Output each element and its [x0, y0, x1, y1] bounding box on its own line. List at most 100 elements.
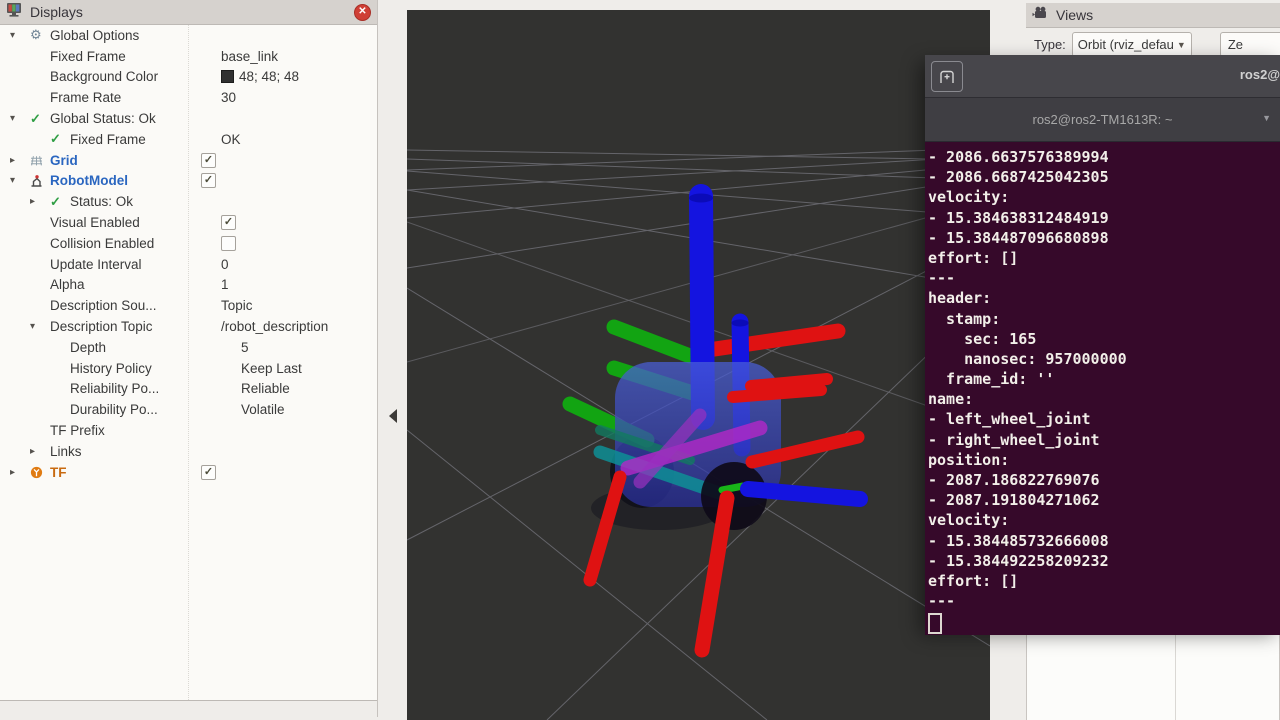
tree-row[interactable]: ✓Fixed FrameOK	[0, 129, 377, 150]
tree-row[interactable]: History PolicyKeep Last	[0, 358, 377, 379]
tree-row-value[interactable]	[216, 236, 377, 251]
terminal-tab[interactable]: ros2@ros2-TM1613R: ~	[1033, 112, 1173, 127]
checkbox[interactable]: ✓	[221, 215, 236, 230]
close-icon[interactable]: ✕	[354, 4, 371, 21]
tree-row[interactable]: Description Sou...Topic	[0, 295, 377, 316]
view-type-value: Orbit (rviz_defau	[1078, 37, 1174, 52]
displays-tree: ▾⚙Global Options Fixed Frame base_link Back…	[0, 25, 377, 700]
expander-icon[interactable]: ▾	[8, 30, 30, 41]
tree-row-name: ▸✓Status: Ok	[0, 194, 216, 210]
terminal-line: position:	[928, 450, 1280, 470]
tree-row[interactable]: Collision Enabled	[0, 233, 377, 254]
expander-icon[interactable]: ▾	[8, 175, 30, 186]
robot-model-icon	[30, 174, 50, 187]
tree-row-name: Durability Po...	[0, 402, 236, 417]
terminal-line: - 2087.186822769076	[928, 470, 1280, 490]
camera-icon	[1032, 6, 1050, 25]
tree-row[interactable]: Frame Rate30	[0, 87, 377, 108]
tree-row[interactable]: TF Prefix	[0, 420, 377, 441]
tree-row-value[interactable]: 0	[216, 257, 377, 272]
tree-row[interactable]: Update Interval0	[0, 254, 377, 275]
zero-button[interactable]: Ze	[1220, 32, 1280, 57]
tree-row-label: Global Status: Ok	[50, 111, 156, 126]
tree-row[interactable]: ▾RobotModel ✓	[0, 171, 377, 192]
tree-row-label: Fixed Frame	[50, 49, 126, 64]
expander-icon[interactable]: ▸	[8, 155, 30, 166]
tree-row-label: Description Topic	[50, 319, 153, 334]
terminal-output[interactable]: - 2086.6637576389994- 2086.6687425042305…	[925, 142, 1280, 635]
displays-panel-footer	[0, 700, 377, 717]
value-text: 5	[241, 340, 249, 355]
tree-row[interactable]: Alpha1	[0, 275, 377, 296]
tree-row-value[interactable]: ✓	[216, 215, 377, 230]
tree-row-value[interactable]: base_link	[216, 49, 377, 64]
tree-row[interactable]: Background Color 48; 48; 48	[0, 67, 377, 88]
checkbox[interactable]	[221, 236, 236, 251]
3d-viewport[interactable]	[407, 10, 990, 720]
expander-icon[interactable]: ▾	[8, 113, 30, 124]
panel-splitter[interactable]	[378, 0, 407, 720]
tree-row[interactable]: ▸Grid✓	[0, 150, 377, 171]
tree-row-name: ▸TF	[0, 465, 196, 480]
tree-row-value[interactable]: 48; 48; 48	[216, 69, 377, 84]
checkbox[interactable]: ✓	[201, 465, 216, 480]
rviz-window: Displays ✕ ▾⚙Global Options Fixed Frame ba…	[0, 0, 1280, 720]
view-type-dropdown[interactable]: Orbit (rviz_defau ▼	[1072, 32, 1192, 57]
new-tab-button[interactable]	[931, 61, 963, 92]
expander-icon[interactable]: ▸	[8, 467, 30, 478]
tree-row-label: Durability Po...	[70, 402, 158, 417]
tree-row[interactable]: ▾Description Topic/robot_description	[0, 316, 377, 337]
tree-row[interactable]: Depth 5	[0, 337, 377, 358]
tree-row-value[interactable]: Topic	[216, 298, 377, 313]
displays-panel-title: Displays	[30, 4, 354, 20]
tree-row[interactable]: Visual Enabled ✓	[0, 212, 377, 233]
terminal-line: ---	[928, 591, 1280, 611]
terminal-titlebar[interactable]: ros2@	[925, 55, 1280, 98]
tree-row[interactable]: ▾✓Global Status: Ok	[0, 108, 377, 129]
tree-row-value[interactable]: /robot_description	[216, 319, 377, 334]
collapse-panel-icon[interactable]	[389, 409, 397, 423]
tree-row-name: Background Color	[0, 69, 216, 84]
tree-row-name: Reliability Po...	[0, 381, 236, 396]
tree-row[interactable]: Fixed Frame base_link	[0, 46, 377, 67]
expander-icon[interactable]: ▸	[28, 196, 50, 207]
tree-row-name: ▸Links	[0, 444, 216, 459]
color-swatch	[221, 70, 234, 83]
tab-list-chevron-icon[interactable]: ▼	[1262, 113, 1271, 123]
tree-row-label: Depth	[70, 340, 106, 355]
expander-icon[interactable]: ▾	[28, 321, 50, 332]
tf-icon	[30, 466, 50, 479]
tree-row[interactable]: ▸TF ✓	[0, 462, 377, 483]
tree-row-value[interactable]: Keep Last	[236, 361, 377, 376]
tree-row-label: Visual Enabled	[50, 215, 140, 230]
expander-icon[interactable]: ▸	[28, 446, 50, 457]
chevron-down-icon: ▼	[1177, 40, 1186, 50]
value-text: base_link	[221, 49, 278, 64]
tree-row-name: ▾RobotModel	[0, 173, 196, 188]
value-text: /robot_description	[221, 319, 328, 334]
tree-row-value[interactable]: 30	[216, 90, 377, 105]
tree-row-value[interactable]: 5	[236, 340, 377, 355]
tree-row-value[interactable]: 1	[216, 277, 377, 292]
tree-row-name: History Policy	[0, 361, 236, 376]
tree-row-value[interactable]: ✓	[196, 465, 377, 480]
checkbox[interactable]: ✓	[201, 173, 216, 188]
tree-row-label: Status: Ok	[70, 194, 133, 209]
tree-row[interactable]: ▾⚙Global Options	[0, 25, 377, 46]
tree-row-value[interactable]: ✓	[196, 153, 377, 168]
tree-row-value[interactable]: Reliable	[236, 381, 377, 396]
tree-row[interactable]: ▸Links	[0, 441, 377, 462]
tree-row-label: Background Color	[50, 69, 158, 84]
terminal-line: velocity:	[928, 510, 1280, 530]
checkbox[interactable]: ✓	[201, 153, 216, 168]
tree-row-value[interactable]: ✓	[196, 173, 377, 188]
zero-button-label: Ze	[1228, 37, 1243, 52]
tree-row-value[interactable]: Volatile	[236, 402, 377, 417]
tree-row[interactable]: Durability Po... Volatile	[0, 399, 377, 420]
tree-row[interactable]: ▸✓Status: Ok	[0, 191, 377, 212]
tree-row-name: Alpha	[0, 277, 216, 292]
value-text: 30	[221, 90, 236, 105]
tree-row[interactable]: Reliability Po...Reliable	[0, 379, 377, 400]
tree-row-value[interactable]: OK	[216, 132, 377, 147]
views-panel-title: Views	[1056, 7, 1274, 23]
